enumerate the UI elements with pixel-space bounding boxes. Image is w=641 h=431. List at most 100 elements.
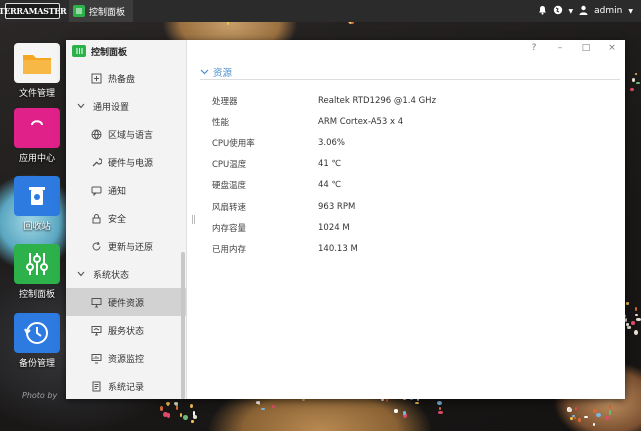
sprinkle-decoration bbox=[632, 78, 635, 83]
desktop-icon-label: 备份管理 bbox=[18, 359, 55, 369]
resource-value: 1024 M bbox=[318, 222, 350, 233]
sprinkle-decoration bbox=[272, 404, 275, 409]
resource-label: CPU温度 bbox=[212, 160, 247, 171]
nav-group-header[interactable]: 系统状态 bbox=[66, 260, 186, 288]
sidebar-nav-item[interactable]: 硬件与电源 bbox=[66, 148, 186, 176]
sprinkle-decoration bbox=[570, 417, 573, 421]
taskbar-tab-control-panel[interactable]: 控制面板 bbox=[69, 0, 134, 22]
help-button[interactable]: ? bbox=[527, 43, 541, 53]
resource-value: Realtek RTD1296 @1.4 GHz bbox=[318, 95, 437, 106]
window-title: 控制面板 bbox=[91, 47, 128, 58]
resource-label: 内存容量 bbox=[212, 223, 247, 234]
section-header-resources[interactable]: 资源 bbox=[200, 66, 620, 80]
nav-label: 系统状态 bbox=[93, 270, 130, 281]
sprinkle-decoration bbox=[394, 409, 399, 413]
desktop-icon-label: 回收站 bbox=[23, 222, 51, 232]
sprinkle-decoration bbox=[626, 322, 629, 326]
user-menu[interactable]: admin bbox=[594, 6, 622, 16]
resource-value: 41 ℃ bbox=[318, 159, 342, 170]
taskbar-tab-label: 控制面板 bbox=[89, 7, 126, 18]
sprinkle-decoration bbox=[596, 412, 601, 418]
clock-backup-icon bbox=[14, 313, 60, 353]
window-title-bar[interactable]: 控制面板 bbox=[66, 40, 186, 62]
user-avatar-icon bbox=[579, 5, 588, 18]
sprinkle-decoration bbox=[403, 410, 406, 416]
chevron-down-icon bbox=[74, 268, 87, 281]
nav-group-header[interactable]: 通用设置 bbox=[66, 92, 186, 120]
resource-row: CPU温度 41 ℃ bbox=[212, 154, 620, 175]
desktop-icon-recycle-bin[interactable]: 回收站 bbox=[7, 176, 67, 232]
window-sidebar: 控制面板 热备盘通用设置区域与语言 硬件与电源通知安全更新与还原系统状态硬件资源服… bbox=[66, 40, 187, 399]
control-panel-icon bbox=[73, 5, 85, 17]
nav-label: 资源监控 bbox=[108, 354, 145, 365]
window-controls: ? – □ × bbox=[527, 43, 619, 53]
chevron-down-icon bbox=[74, 100, 87, 113]
sidebar-nav-item[interactable]: 更新与还原 bbox=[66, 232, 186, 260]
sprinkle-decoration bbox=[437, 410, 443, 414]
resource-row: 硬盘温度 44 ℃ bbox=[212, 175, 620, 196]
sidebar-nav-item[interactable]: 系统记录 bbox=[66, 372, 186, 400]
sidebar-nav-item[interactable]: 服务状态 bbox=[66, 316, 186, 344]
folder-icon bbox=[14, 43, 60, 83]
sidebar-nav-item[interactable]: 安全 bbox=[66, 204, 186, 232]
close-button[interactable]: × bbox=[605, 43, 619, 53]
sidebar-nav-item[interactable]: 资源监控 bbox=[66, 344, 186, 372]
sprinkle-decoration bbox=[173, 402, 178, 405]
sprinkle-decoration bbox=[583, 415, 588, 418]
sprinkle-decoration bbox=[627, 326, 631, 329]
sprinkle-decoration bbox=[634, 330, 638, 335]
sidebar-scrollbar[interactable] bbox=[181, 252, 185, 399]
nav-label: 通用设置 bbox=[93, 102, 130, 113]
notification-bell-icon[interactable] bbox=[538, 5, 547, 18]
settings-nav: 热备盘通用设置区域与语言 硬件与电源通知安全更新与还原系统状态硬件资源服务状态资源… bbox=[66, 64, 186, 400]
resource-row: 内存容量 1024 M bbox=[212, 217, 620, 238]
sidebar-nav-item[interactable]: 热备盘 bbox=[66, 64, 186, 92]
sidebar-resize-handle[interactable] bbox=[192, 215, 195, 224]
sprinkle-decoration bbox=[574, 407, 577, 410]
nav-label: 硬件资源 bbox=[108, 298, 145, 309]
maximize-button[interactable]: □ bbox=[579, 43, 593, 53]
sidebar-nav-item[interactable]: 通知 bbox=[66, 176, 186, 204]
nav-label: 通知 bbox=[108, 186, 127, 197]
nav-label: 系统记录 bbox=[108, 382, 145, 393]
log-icon bbox=[90, 380, 103, 393]
chevron-down-icon bbox=[200, 67, 209, 78]
shopping-bag-icon bbox=[14, 108, 60, 148]
desktop-icon-label: 控制面板 bbox=[18, 290, 55, 300]
monitor-icon bbox=[90, 296, 103, 309]
chevron-down-icon[interactable]: ▼ bbox=[569, 8, 574, 15]
refresh-icon bbox=[90, 240, 103, 253]
resource-row: 处理器 Realtek RTD1296 @1.4 GHz bbox=[212, 90, 620, 111]
lock-icon bbox=[90, 212, 103, 225]
wrench-icon bbox=[90, 156, 103, 169]
globe-icon bbox=[90, 128, 103, 141]
sprinkle-decoration bbox=[605, 416, 609, 421]
sprinkle-decoration bbox=[191, 419, 194, 424]
minimize-button[interactable]: – bbox=[553, 43, 567, 53]
nav-label: 安全 bbox=[108, 214, 127, 225]
sprinkle-decoration bbox=[436, 401, 442, 406]
resource-row: 性能 ARM Cortex-A53 x 4 bbox=[212, 111, 620, 132]
sidebar-nav-item[interactable]: 区域与语言 bbox=[66, 120, 186, 148]
resource-label: 硬盘温度 bbox=[212, 181, 247, 192]
resource-label: 处理器 bbox=[212, 96, 238, 107]
sliders-icon bbox=[14, 244, 60, 284]
service-icon bbox=[90, 324, 103, 337]
desktop-icon-backup-manager[interactable]: 备份管理 bbox=[7, 313, 67, 369]
resource-table: 处理器 Realtek RTD1296 @1.4 GHz 性能 ARM Cortex-… bbox=[212, 90, 620, 260]
control-panel-window: 控制面板 热备盘通用设置区域与语言 硬件与电源通知安全更新与还原系统状态硬件资源服… bbox=[66, 40, 625, 399]
control-panel-icon bbox=[72, 45, 86, 57]
desktop-icon-app-center[interactable]: 应用中心 bbox=[7, 108, 67, 164]
chat-icon bbox=[90, 184, 103, 197]
section-title: 资源 bbox=[213, 68, 233, 79]
recycle-bin-icon bbox=[14, 176, 60, 216]
desktop-icon-label: 应用中心 bbox=[18, 154, 55, 164]
desktop-icon-control-panel[interactable]: 控制面板 bbox=[7, 244, 67, 300]
language-globe-icon[interactable] bbox=[553, 5, 563, 18]
sprinkle-decoration bbox=[160, 406, 163, 411]
sidebar-nav-item[interactable]: 硬件资源 bbox=[66, 288, 186, 316]
sprinkle-decoration bbox=[631, 321, 635, 325]
chevron-down-icon[interactable]: ▼ bbox=[628, 8, 633, 15]
resource-value: 3.06% bbox=[318, 137, 346, 148]
desktop-icon-file-manager[interactable]: 文件管理 bbox=[7, 43, 67, 99]
